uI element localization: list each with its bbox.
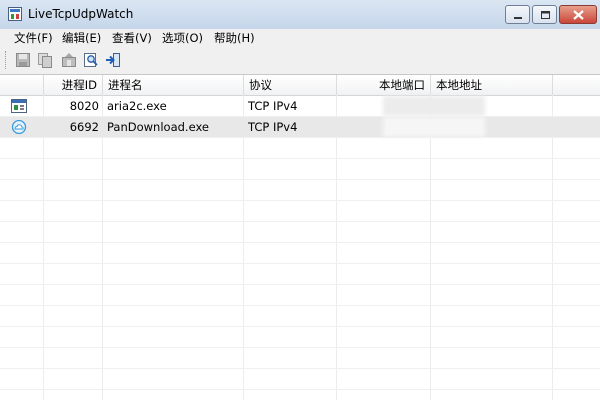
column-header-pid[interactable]: 进程ID <box>44 75 103 95</box>
process-name-cell: aria2c.exe <box>107 99 167 113</box>
column-header-protocol[interactable]: 协议 <box>244 75 337 95</box>
title-bar[interactable]: LiveTcpUdpWatch <box>0 0 600 30</box>
aria2c-app-icon <box>11 99 27 113</box>
toolbar-grip <box>5 51 9 69</box>
cloud-app-icon <box>11 119 27 135</box>
maximize-button[interactable] <box>532 5 557 24</box>
menu-help[interactable]: 帮助(H) <box>214 31 255 45</box>
close-button[interactable] <box>559 5 597 24</box>
minimize-icon <box>514 17 522 19</box>
table-row[interactable]: 8020 aria2c.exe TCP IPv4 <box>0 96 600 116</box>
save-icon[interactable] <box>14 51 32 69</box>
pid-cell: 8020 <box>69 99 99 113</box>
close-icon <box>573 10 584 20</box>
menu-file[interactable]: 文件(F) <box>14 31 53 45</box>
protocol-cell: TCP IPv4 <box>248 99 298 113</box>
menu-view[interactable]: 查看(V) <box>112 31 152 45</box>
connections-table[interactable]: 进程ID 进程名 协议 本地端口 本地地址 8020 aria2c.exe TC… <box>0 75 600 400</box>
pid-cell: 6692 <box>69 120 99 134</box>
find-icon[interactable] <box>82 51 100 69</box>
exit-icon[interactable] <box>104 51 122 69</box>
table-header: 进程ID 进程名 协议 本地端口 本地地址 <box>0 75 600 96</box>
column-header-local-port[interactable]: 本地端口 <box>337 75 431 95</box>
menu-bar: 文件(F) 编辑(E) 查看(V) 选项(O) 帮助(H) <box>0 29 600 47</box>
minimize-button[interactable] <box>505 5 530 24</box>
table-row[interactable]: 6692 PanDownload.exe TCP IPv4 <box>0 117 600 137</box>
maximize-icon <box>541 11 550 19</box>
redacted-local-address <box>383 117 485 137</box>
column-header-process-name[interactable]: 进程名 <box>103 75 244 95</box>
app-icon <box>8 7 22 21</box>
menu-options[interactable]: 选项(O) <box>162 31 203 45</box>
menu-edit[interactable]: 编辑(E) <box>62 31 101 45</box>
protocol-cell: TCP IPv4 <box>248 120 298 134</box>
column-header-extra[interactable] <box>553 75 600 95</box>
app-window: LiveTcpUdpWatch 文件(F) 编辑(E) 查看(V) 选项(O) … <box>0 0 600 400</box>
column-header-local-address[interactable]: 本地地址 <box>431 75 553 95</box>
column-header-icon[interactable] <box>0 75 44 95</box>
window-title: LiveTcpUdpWatch <box>28 7 134 21</box>
redacted-local-address <box>383 96 485 116</box>
properties-icon[interactable] <box>60 51 78 69</box>
toolbar <box>0 47 600 75</box>
process-name-cell: PanDownload.exe <box>107 120 209 134</box>
copy-icon[interactable] <box>36 51 54 69</box>
